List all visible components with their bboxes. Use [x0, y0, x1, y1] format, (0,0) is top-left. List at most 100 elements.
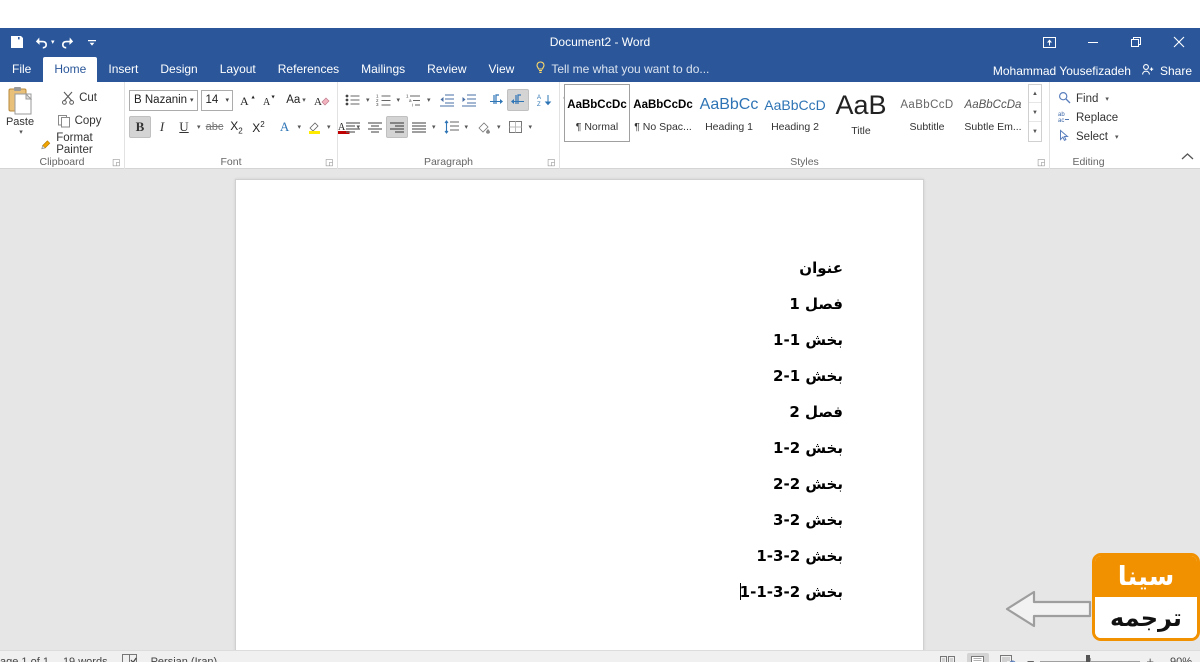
change-case-icon[interactable]: Aa ▾ [285, 89, 307, 111]
replace-button[interactable]: ab ac Replace [1056, 108, 1123, 127]
tab-review[interactable]: Review [416, 57, 477, 82]
doc-line[interactable]: بخش 2-3 [740, 502, 843, 538]
borders-icon[interactable] [505, 116, 527, 138]
line-spacing-caret-icon[interactable]: ▾ [465, 123, 469, 131]
tab-insert[interactable]: Insert [97, 57, 149, 82]
rtl-text-direction-icon[interactable] [506, 89, 529, 111]
font-dialog-launcher[interactable]: ◲ [325, 158, 334, 167]
proofing-icon[interactable] [121, 654, 137, 662]
zoom-thumb[interactable] [1086, 655, 1091, 662]
restore-icon[interactable] [1114, 28, 1157, 56]
bullets-caret-icon[interactable]: ▾ [366, 96, 370, 104]
grow-font-icon[interactable]: A [237, 89, 259, 111]
find-caret-icon[interactable]: ▾ [1105, 95, 1109, 103]
web-layout-icon[interactable] [997, 653, 1019, 662]
doc-line[interactable]: بخش 1-2 [740, 358, 843, 394]
find-button[interactable]: Find ▾ [1056, 89, 1123, 108]
zoom-level[interactable]: 90% [1162, 656, 1192, 662]
collapse-ribbon-icon[interactable] [1181, 152, 1194, 164]
styles-dialog-launcher[interactable]: ◲ [1037, 158, 1046, 167]
italic-icon[interactable]: I [151, 116, 173, 138]
undo-dropdown-caret[interactable]: ▾ [51, 38, 55, 46]
ltr-text-direction-icon[interactable] [485, 89, 507, 111]
styles-more-icon[interactable]: ▼ [1029, 123, 1041, 141]
tab-design[interactable]: Design [149, 57, 208, 82]
style-normal[interactable]: AaBbCcDc ¶ Normal [564, 84, 630, 142]
style-no-spacing[interactable]: AaBbCcDc ¶ No Spac... [630, 84, 696, 142]
zoom-slider[interactable]: − + [1027, 655, 1154, 662]
tab-layout[interactable]: Layout [209, 57, 267, 82]
line-spacing-icon[interactable] [441, 116, 463, 138]
zoom-in-button[interactable]: + [1146, 655, 1154, 662]
tab-home[interactable]: Home [43, 57, 98, 82]
save-icon[interactable] [6, 31, 28, 53]
doc-line[interactable]: عنوان [740, 250, 843, 286]
increase-indent-icon[interactable] [458, 89, 480, 111]
word-count[interactable]: 19 words [63, 656, 108, 662]
zoom-out-button[interactable]: − [1027, 655, 1035, 662]
select-caret-icon[interactable]: ▾ [1115, 133, 1119, 141]
styles-scroll-down-icon[interactable]: ▼ [1029, 104, 1041, 122]
tab-references[interactable]: References [267, 57, 350, 82]
styles-gallery-scroll[interactable]: ▲ ▼ ▼ [1028, 84, 1042, 142]
account-name[interactable]: Mohammad Yousefizadeh [993, 64, 1131, 78]
align-center-icon[interactable] [364, 116, 386, 138]
highlight-caret-icon[interactable]: ▾ [327, 123, 331, 131]
font-size-input[interactable]: 14 ▾ [200, 89, 233, 111]
document-page[interactable]: عنوان فصل 1 بخش 1-1 بخش 1-2 فصل 2 بخش 2-… [235, 179, 924, 650]
text-effects-caret-icon[interactable]: ▾ [298, 123, 302, 131]
underline-caret-icon[interactable]: ▾ [197, 123, 201, 131]
share-button[interactable]: Share [1141, 63, 1192, 79]
align-left-icon[interactable] [342, 116, 364, 138]
page-indicator[interactable]: age 1 of 1 [0, 656, 49, 662]
font-name-input[interactable]: B Nazanin ▾ [129, 89, 198, 111]
multilevel-list-icon[interactable]: 1ai [403, 89, 425, 111]
multilevel-caret-icon[interactable]: ▾ [427, 96, 431, 104]
minimize-icon[interactable] [1071, 28, 1114, 56]
subscript-icon[interactable]: X2 [226, 116, 248, 138]
document-text-block[interactable]: عنوان فصل 1 بخش 1-1 بخش 1-2 فصل 2 بخش 2-… [739, 250, 843, 610]
tab-mailings[interactable]: Mailings [350, 57, 416, 82]
shading-icon[interactable] [473, 116, 495, 138]
superscript-icon[interactable]: X2 [248, 116, 270, 138]
read-mode-icon[interactable] [937, 653, 959, 662]
justify-caret-icon[interactable]: ▾ [432, 123, 436, 131]
customize-qat-icon[interactable] [81, 31, 103, 53]
document-area[interactable]: عنوان فصل 1 بخش 1-1 بخش 1-2 فصل 2 بخش 2-… [0, 169, 1200, 650]
shading-caret-icon[interactable]: ▾ [497, 123, 501, 131]
sort-icon[interactable]: AZ [534, 89, 556, 111]
doc-line-with-cursor[interactable]: بخش 2-3-1-1 [739, 574, 843, 610]
redo-icon[interactable] [57, 31, 79, 53]
underline-icon[interactable]: U [173, 116, 195, 138]
doc-line[interactable]: فصل 2 [740, 394, 843, 430]
paste-dropdown-caret[interactable]: ▾ [19, 128, 23, 136]
text-effects-icon[interactable]: A [274, 116, 296, 138]
doc-line[interactable]: بخش 2-3-1 [740, 538, 843, 574]
tell-me-box[interactable]: Tell me what you want to do... [525, 57, 717, 82]
decrease-indent-icon[interactable] [436, 89, 458, 111]
style-heading-1[interactable]: AaBbCc Heading 1 [696, 84, 762, 142]
paste-button[interactable]: Paste ▾ [2, 85, 38, 136]
undo-icon[interactable] [30, 31, 52, 53]
strikethrough-icon[interactable]: abc [204, 116, 226, 138]
font-name-caret-icon[interactable]: ▾ [190, 96, 194, 104]
doc-line[interactable]: بخش 2-2 [740, 466, 843, 502]
shrink-font-icon[interactable]: A [259, 89, 281, 111]
doc-line[interactable]: فصل 1 [740, 286, 843, 322]
style-heading-2[interactable]: AaBbCcD Heading 2 [762, 84, 828, 142]
clipboard-dialog-launcher[interactable]: ◲ [112, 158, 121, 167]
style-subtle-emphasis[interactable]: AaBbCcDa Subtle Em... [960, 84, 1026, 142]
cut-button[interactable]: Cut [38, 87, 120, 109]
ribbon-display-options-icon[interactable] [1028, 28, 1071, 56]
styles-scroll-up-icon[interactable]: ▲ [1029, 85, 1041, 103]
borders-caret-icon[interactable]: ▾ [529, 123, 533, 131]
highlight-color-icon[interactable] [303, 116, 325, 138]
close-icon[interactable] [1157, 28, 1200, 56]
numbering-caret-icon[interactable]: ▾ [397, 96, 401, 104]
style-title[interactable]: AaB Title [828, 84, 894, 142]
clear-formatting-icon[interactable]: A [311, 89, 333, 111]
numbering-icon[interactable]: 123 [373, 89, 395, 111]
bullets-icon[interactable] [342, 89, 364, 111]
paragraph-dialog-launcher[interactable]: ◲ [547, 158, 556, 167]
tab-view[interactable]: View [478, 57, 526, 82]
